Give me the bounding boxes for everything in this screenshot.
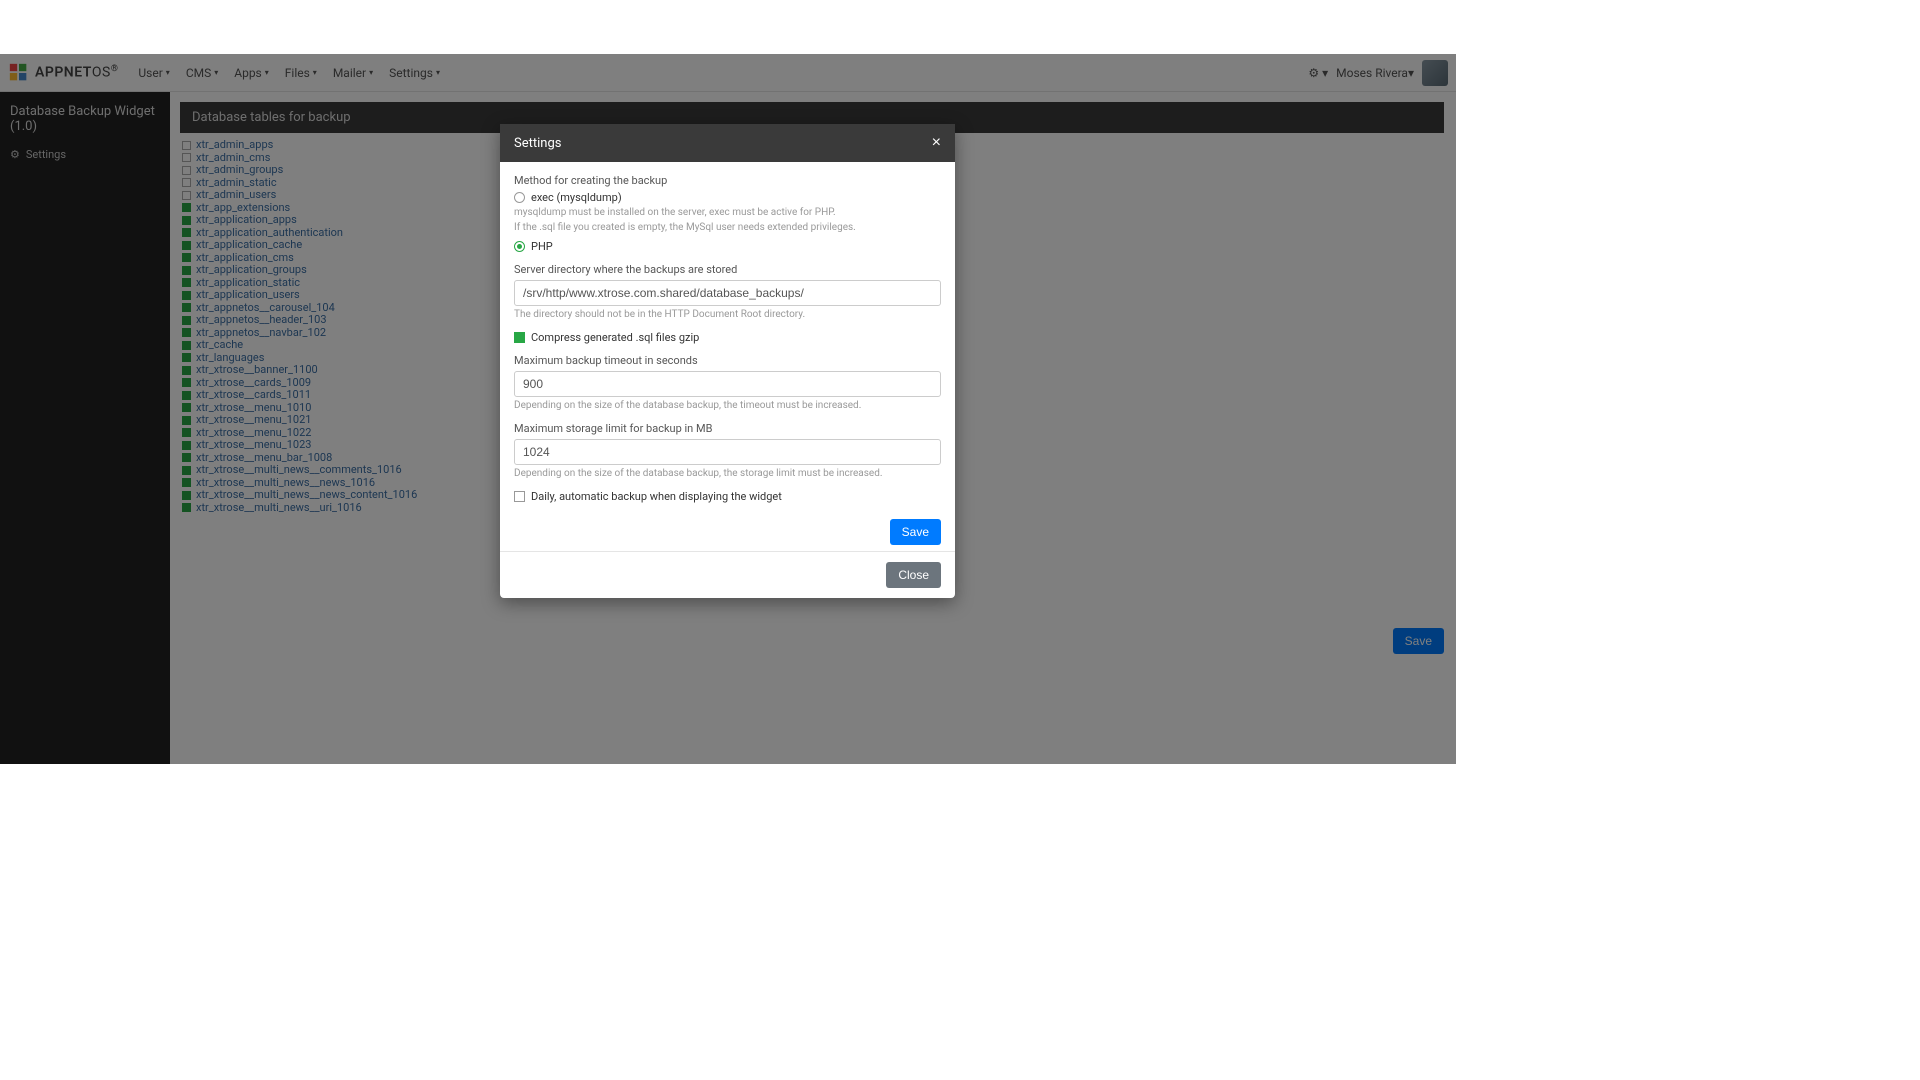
dir-help: The directory should not be in the HTTP … [514, 308, 941, 321]
method-exec-help2: If the .sql file you created is empty, t… [514, 221, 941, 234]
radio-label: PHP [531, 240, 553, 253]
method-label: Method for creating the backup [514, 174, 941, 187]
storage-help: Depending on the size of the database ba… [514, 467, 941, 480]
modal-close-button[interactable]: × [932, 134, 941, 152]
method-php-radio[interactable]: PHP [514, 240, 941, 253]
checkbox-icon [514, 491, 525, 502]
settings-modal: Settings × Method for creating the backu… [500, 124, 955, 598]
compress-checkbox[interactable]: Compress generated .sql files gzip [514, 331, 941, 344]
timeout-label: Maximum backup timeout in seconds [514, 354, 941, 367]
modal-header: Settings × [500, 124, 955, 162]
timeout-help: Depending on the size of the database ba… [514, 399, 941, 412]
radio-icon [514, 192, 525, 203]
bottom-gap [0, 764, 1456, 1026]
storage-label: Maximum storage limit for backup in MB [514, 422, 941, 435]
radio-label: exec (mysqldump) [531, 191, 622, 204]
checkbox-label: Daily, automatic backup when displaying … [531, 490, 782, 503]
method-exec-radio[interactable]: exec (mysqldump) [514, 191, 941, 204]
checkbox-label: Compress generated .sql files gzip [531, 331, 699, 344]
storage-input[interactable] [514, 439, 941, 465]
dir-label: Server directory where the backups are s… [514, 263, 941, 276]
modal-close-footer-button[interactable]: Close [886, 562, 941, 588]
method-exec-help1: mysqldump must be installed on the serve… [514, 206, 941, 219]
top-gap [0, 0, 1456, 54]
modal-title: Settings [514, 136, 561, 151]
modal-save-button[interactable]: Save [890, 519, 941, 545]
timeout-input[interactable] [514, 371, 941, 397]
close-icon: × [932, 134, 941, 151]
dir-input[interactable] [514, 280, 941, 306]
daily-checkbox[interactable]: Daily, automatic backup when displaying … [514, 490, 941, 503]
radio-icon [514, 241, 525, 252]
checkbox-icon [514, 332, 525, 343]
